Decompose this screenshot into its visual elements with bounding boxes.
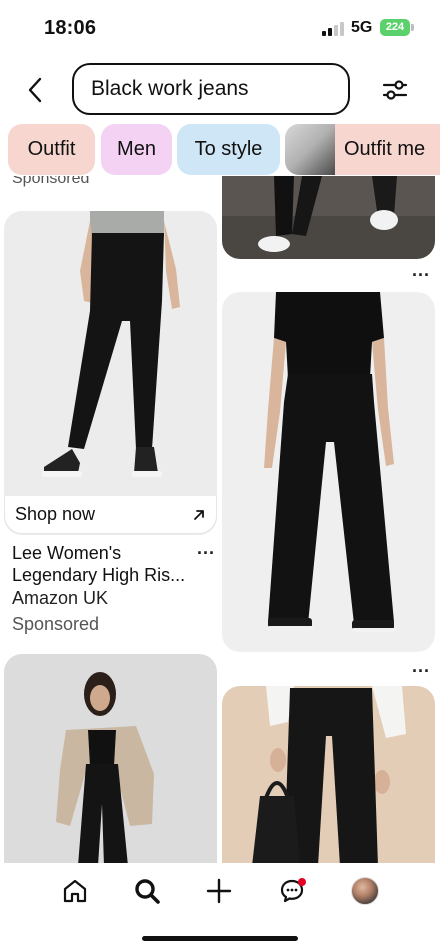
shop-now-button[interactable]: Shop now	[4, 496, 217, 534]
pin-trousers-bag[interactable]	[222, 686, 435, 863]
pin-merchant: Amazon UK	[12, 588, 109, 608]
sponsored-label-partial: Sponsored	[12, 176, 90, 187]
more-options-icon[interactable]: ...	[197, 538, 215, 559]
chip-label: Outfit me	[344, 138, 426, 160]
pin-image	[4, 211, 217, 535]
sliders-icon	[382, 80, 408, 100]
chip-thumbnail	[285, 124, 335, 175]
status-bar: 18:06 5G 224	[0, 0, 440, 56]
pin-blazer-outfit[interactable]	[4, 654, 217, 863]
shop-now-label: Shop now	[15, 504, 96, 524]
pin-image	[222, 176, 435, 259]
search-input[interactable]	[91, 77, 348, 101]
pin-image	[222, 686, 435, 863]
battery-nub	[411, 24, 414, 31]
create-icon	[206, 878, 232, 904]
network-label: 5G	[351, 19, 373, 36]
pin-title[interactable]: Lee Women's Legendary High Ris...	[12, 542, 192, 586]
chip-label: Men	[117, 138, 156, 160]
pin-image	[4, 654, 217, 863]
pin-sneakers[interactable]	[222, 176, 435, 259]
pin-feed: Sponsored ... Shop now ... Lee Women's L…	[0, 176, 440, 863]
search-box[interactable]	[72, 63, 350, 115]
bottom-nav	[0, 863, 440, 919]
search-icon	[135, 879, 160, 904]
arrow-up-right-icon	[194, 509, 204, 520]
nav-messages[interactable]	[272, 871, 312, 911]
battery-icon: 224	[380, 19, 410, 36]
home-indicator	[142, 936, 298, 941]
chip-label: To style	[194, 138, 263, 160]
nav-create[interactable]	[199, 871, 239, 911]
nav-search[interactable]	[127, 871, 167, 911]
signal-icon	[322, 22, 344, 36]
home-icon	[63, 879, 87, 903]
pin-wide-leg-jeans[interactable]	[222, 292, 435, 652]
pin-lee-jeans[interactable]	[4, 211, 217, 535]
chip-to-style[interactable]: To style	[177, 124, 280, 175]
avatar	[351, 877, 379, 905]
chip-men[interactable]: Men	[101, 124, 172, 175]
filter-chips: Outfit Men To style Outfit me	[0, 124, 440, 176]
more-options-icon[interactable]: ...	[412, 656, 430, 677]
chevron-left-icon	[28, 77, 42, 103]
pin-image	[222, 292, 435, 652]
chip-outfit[interactable]: Outfit	[8, 124, 95, 175]
nav-home[interactable]	[55, 871, 95, 911]
sponsored-label: Sponsored	[12, 614, 100, 634]
notification-dot	[298, 878, 306, 886]
status-time: 18:06	[44, 17, 97, 39]
chip-outfit-me[interactable]: Outfit me	[285, 124, 440, 175]
back-button[interactable]	[20, 74, 52, 106]
chip-label: Outfit	[27, 138, 76, 160]
filter-button[interactable]	[378, 73, 412, 107]
more-options-icon[interactable]: ...	[412, 260, 430, 281]
nav-profile[interactable]	[345, 871, 385, 911]
